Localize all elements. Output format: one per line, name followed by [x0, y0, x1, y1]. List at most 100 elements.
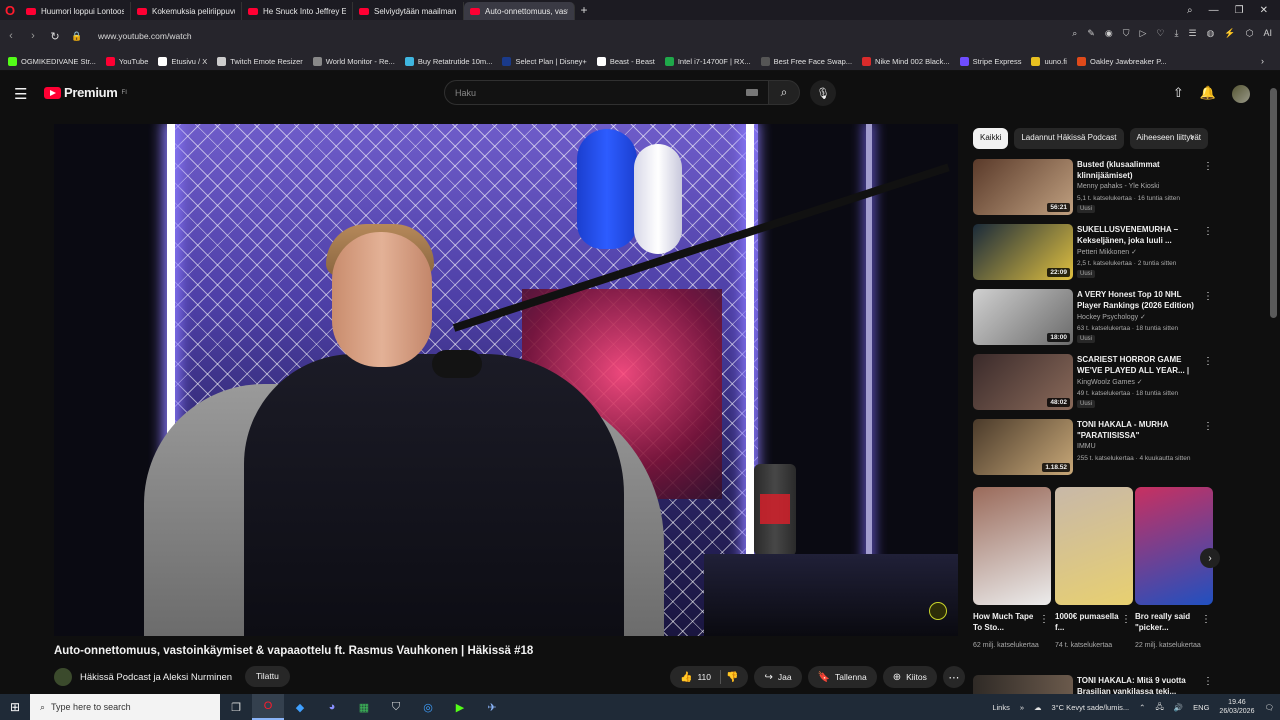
bookmark-item[interactable]: World Monitor - Re...	[312, 56, 395, 66]
save-button[interactable]: 🔖 Tallenna	[807, 666, 877, 688]
bookmark-item[interactable]: uuno.fi	[1031, 56, 1067, 66]
bookmark-item[interactable]: OGMIKEDIVANE Str...	[8, 56, 96, 66]
play-icon[interactable]: ▷	[1139, 28, 1146, 39]
short-thumbnail[interactable]	[973, 487, 1051, 605]
bookmark-item[interactable]: Stripe Express	[959, 56, 1021, 66]
filter-chip[interactable]: Aiheeseen liittyvät	[1129, 128, 1208, 149]
app-icon[interactable]: ◆	[284, 694, 316, 720]
more-options-icon[interactable]: ⋮	[1203, 356, 1213, 367]
notifications-icon[interactable]: 🗨	[1264, 703, 1274, 712]
search-button[interactable]: ⌕	[768, 80, 800, 105]
search-tabs-icon[interactable]: ⌕	[1187, 5, 1193, 16]
profile-icon[interactable]: ◍	[1207, 28, 1215, 39]
opera-logo-icon[interactable]: O	[0, 0, 20, 20]
ai-button[interactable]: AI	[1263, 28, 1272, 39]
volume-icon[interactable]: 🔊	[1174, 703, 1183, 712]
language-indicator[interactable]: ENG	[1193, 703, 1209, 712]
bookmark-item[interactable]: Select Plan | Disney+	[502, 56, 587, 66]
upload-icon[interactable]: ⇧	[1173, 85, 1184, 103]
short-title[interactable]: 1000€ pumasella f...	[1055, 611, 1125, 633]
minimize-icon[interactable]: —	[1209, 5, 1219, 16]
opera-browser-icon[interactable]: O	[252, 694, 284, 720]
search-input[interactable]: Haku	[444, 80, 769, 105]
heart-icon[interactable]: ♡	[1156, 28, 1164, 39]
more-options-icon[interactable]: ⋮	[1201, 614, 1211, 625]
task-view-icon[interactable]: ❐	[220, 694, 252, 720]
bookmark-item[interactable]: Twitch Emote Resizer	[217, 56, 303, 66]
chevron-right-icon[interactable]: »	[1020, 703, 1024, 712]
recommendation-channel[interactable]: IMMU	[1077, 443, 1096, 450]
network-icon[interactable]: 🖧	[1155, 701, 1163, 714]
download-icon[interactable]: ⤓	[1174, 28, 1178, 39]
recommendation-thumbnail[interactable]: 22:09	[973, 224, 1073, 280]
more-options-icon[interactable]: ⋮	[1203, 291, 1213, 302]
more-options-icon[interactable]: ⋮	[1203, 421, 1213, 432]
short-title[interactable]: Bro really said "picker...	[1135, 611, 1205, 633]
shorts-next-icon[interactable]: ›	[1200, 548, 1220, 568]
video-player[interactable]	[54, 124, 958, 636]
voice-search-button[interactable]: 🎙	[810, 80, 836, 106]
bookmark-item[interactable]: Best Free Face Swap...	[760, 56, 852, 66]
chevron-right-icon[interactable]: ›	[1190, 131, 1194, 143]
recommendation-title[interactable]: Busted (klusaalimmat klinnijäämiset)	[1077, 159, 1197, 181]
shield-app-icon[interactable]: ⛉	[380, 694, 412, 720]
channel-watermark-icon[interactable]	[929, 602, 947, 620]
shield-icon[interactable]: ⛉	[1123, 28, 1130, 39]
bookmark-item[interactable]: Buy Retatrutide 10m...	[404, 56, 492, 66]
recommendation-thumbnail[interactable]: 48:02	[973, 354, 1073, 410]
recommendation-title[interactable]: SUKELLUSVENEMURHA – Kekseljänen, joka lu…	[1077, 224, 1197, 246]
search-icon[interactable]: ⌕	[1072, 28, 1077, 39]
recommendation-item[interactable]: 56:21 Busted (klusaalimmat klinnijäämiset…	[973, 159, 1213, 217]
back-icon[interactable]: ‹	[0, 30, 22, 42]
tab[interactable]: Selviydytään maailman vaikeimmista	[353, 2, 464, 20]
filter-chip[interactable]: Ladannut Häkissä Podcast	[1014, 128, 1124, 149]
recommendation-thumbnail[interactable]: 1.18.52	[973, 419, 1073, 475]
youtube-logo[interactable]: Premium FI	[44, 85, 127, 100]
chevron-up-icon[interactable]: ⌃	[1139, 703, 1145, 712]
notifications-bell-icon[interactable]: 🔔	[1200, 85, 1216, 103]
recommendation-title[interactable]: TONI HAKALA - MURHA "PARATIISISSA"	[1077, 419, 1197, 441]
tab[interactable]: Kokemuksia peliriippuvuudesta	[131, 2, 242, 20]
bookmark-item[interactable]: Intel i7-14700F | RX...	[664, 56, 751, 66]
taskbar-search-input[interactable]: ⌕ Type here to search	[30, 694, 220, 720]
windows-start-icon[interactable]: ⊞	[0, 700, 30, 714]
bookmarks-overflow-icon[interactable]: ›	[1261, 56, 1264, 66]
maximize-icon[interactable]: ❐	[1235, 5, 1244, 16]
recommendation-thumbnail[interactable]: 56:21	[973, 159, 1073, 215]
scrollbar-thumb[interactable]	[1270, 88, 1277, 318]
cube-icon[interactable]: ⬡	[1246, 28, 1254, 39]
like-button[interactable]: 👍 110 👎	[670, 666, 749, 688]
edit-icon[interactable]: ✎	[1087, 28, 1095, 39]
more-options-icon[interactable]: ⋮	[1203, 226, 1213, 237]
recommendation-thumbnail[interactable]: 18:00	[973, 289, 1073, 345]
weather-icon[interactable]: ☁	[1034, 703, 1042, 712]
reload-icon[interactable]: ↻	[44, 30, 66, 43]
short-title[interactable]: How Much Tape To Sto...	[973, 611, 1043, 633]
tab[interactable]: Huumori loppui Lontoossa	[20, 2, 131, 20]
recommendation-channel[interactable]: KingWoolz Games ✓	[1077, 378, 1143, 386]
recommendation-channel[interactable]: Petteri Mikkonen ✓	[1077, 248, 1137, 256]
camera-icon[interactable]: ◉	[1105, 28, 1113, 39]
subscribe-button[interactable]: Tilattu	[245, 666, 290, 687]
bookmark-item[interactable]: Etusivu / X	[158, 56, 207, 66]
filter-chip[interactable]: Kaikki	[973, 128, 1009, 149]
recommendation-title[interactable]: A VERY Honest Top 10 NHL Player Rankings…	[1077, 289, 1197, 311]
channel-avatar[interactable]	[54, 668, 72, 686]
lock-icon[interactable]: 🔒	[66, 31, 88, 42]
thanks-button[interactable]: ⊕ Kiitos	[882, 666, 937, 688]
recommendation-item[interactable]: 1.18.52 TONI HAKALA - MURHA "PARATIISISSA…	[973, 419, 1213, 477]
more-options-icon[interactable]: ⋮	[1203, 161, 1213, 172]
tab[interactable]: He Snuck Into Jeffrey Epstein	[242, 2, 353, 20]
close-icon[interactable]: ✕	[1260, 5, 1268, 16]
recommendation-item[interactable]: 18:00 A VERY Honest Top 10 NHL Player Ran…	[973, 289, 1213, 347]
recommendation-channel[interactable]: Hockey Psychology ✓	[1077, 313, 1146, 321]
links-label[interactable]: Links	[992, 703, 1010, 712]
clock[interactable]: 19.46 26/03/2026	[1219, 698, 1254, 716]
recommendation-title[interactable]: SCARIEST HORROR GAME WE'VE PLAYED ALL YE…	[1077, 354, 1197, 376]
recommendation-item[interactable]: 48:02 SCARIEST HORROR GAME WE'VE PLAYED A…	[973, 354, 1213, 412]
tab-active[interactable]: Auto-onnettomuus, vastoinkäymiset	[464, 2, 575, 20]
more-options-icon[interactable]: ⋮	[1121, 614, 1131, 625]
steam-icon[interactable]: ✈	[476, 694, 508, 720]
bookmark-item[interactable]: YouTube	[105, 56, 148, 66]
spreadsheet-icon[interactable]: ▦	[348, 694, 380, 720]
